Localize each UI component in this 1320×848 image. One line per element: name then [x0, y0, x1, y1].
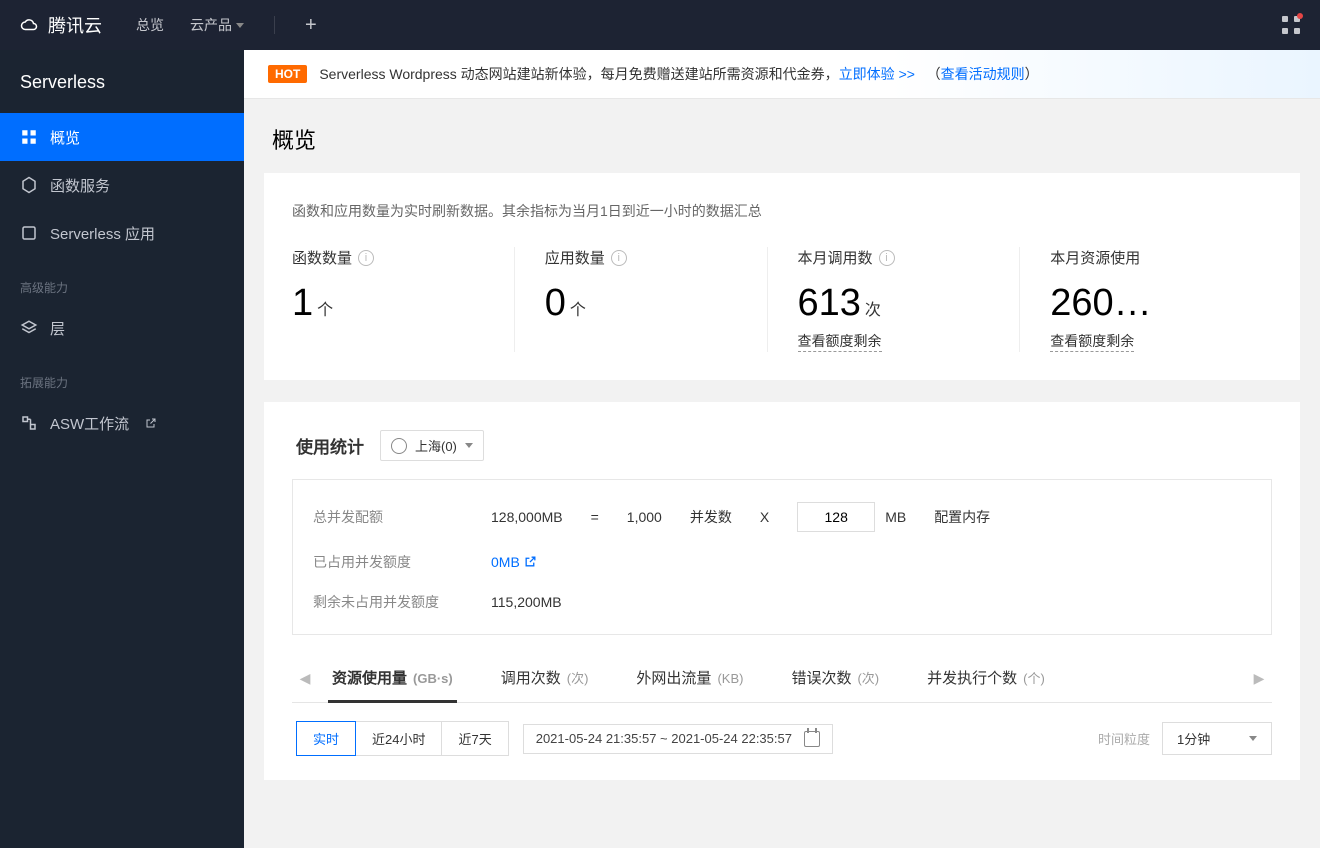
- sidebar-section-advanced: 高级能力: [0, 257, 244, 304]
- granularity-select[interactable]: 1分钟: [1162, 722, 1272, 755]
- stats-note: 函数和应用数量为实时刷新数据。其余指标为当月1日到近一小时的数据汇总: [292, 201, 1272, 221]
- metric-tabs: ◀ 资源使用量(GB·s) 调用次数(次) 外网出流量(KB) 错误次数(次) 并发执行…: [292, 655, 1272, 703]
- tab-scroll-left[interactable]: ◀: [292, 670, 318, 687]
- banner-link-try[interactable]: 立即体验 >>: [839, 66, 915, 82]
- content-area: HOT Serverless Wordpress 动态网站建站新体验，每月免费赠…: [244, 50, 1320, 848]
- info-icon: i: [611, 250, 627, 266]
- sidebar-item-functions[interactable]: 函数服务: [0, 161, 244, 209]
- hot-badge: HOT: [268, 65, 307, 83]
- page-header: 概览: [244, 99, 1320, 173]
- globe-icon: [391, 438, 407, 454]
- chevron-down-icon: [465, 443, 473, 448]
- layers-icon: [20, 319, 38, 337]
- granularity-value: 1分钟: [1177, 729, 1210, 748]
- sidebar: Serverless 概览 函数服务 Serverless 应用 高级能力 层 …: [0, 50, 244, 848]
- brand-text: 腾讯云: [48, 12, 102, 38]
- notification-dot: [1297, 13, 1303, 19]
- memory-config-input[interactable]: [797, 502, 875, 532]
- sidebar-title: Serverless: [0, 72, 244, 113]
- quota-remain-label: 剩余未占用并发额度: [313, 592, 463, 612]
- time-segments: 实时近24小时近7天: [296, 721, 509, 756]
- sidebar-item-asw[interactable]: ASW工作流: [0, 399, 244, 447]
- metric-tab[interactable]: 并发执行个数(个): [923, 655, 1049, 702]
- time-segment[interactable]: 实时: [296, 721, 356, 756]
- sidebar-item-overview[interactable]: 概览: [0, 113, 244, 161]
- region-select[interactable]: 上海(0): [380, 430, 484, 461]
- cloud-icon: [20, 16, 38, 34]
- hexagon-icon: [20, 176, 38, 194]
- nav-add-button[interactable]: +: [305, 14, 317, 37]
- chevron-down-icon: [1249, 736, 1257, 741]
- quota-total-value: 128,000MB: [491, 509, 563, 525]
- metric-tab[interactable]: 外网出流量(KB): [632, 655, 747, 702]
- quota-remain-value: 115,200MB: [491, 594, 562, 610]
- promo-banner: HOT Serverless Wordpress 动态网站建站新体验，每月免费赠…: [244, 50, 1320, 99]
- metric-tab[interactable]: 调用次数(次): [497, 655, 593, 702]
- quota-total-label: 总并发配额: [313, 507, 463, 527]
- stat-0: 函数数量i 1个: [292, 247, 515, 352]
- quota-used-label: 已占用并发额度: [313, 552, 463, 572]
- metric-tab[interactable]: 错误次数(次): [787, 655, 883, 702]
- workflow-icon: [20, 414, 38, 432]
- stat-3: 本月资源使用 260… 查看额度剩余: [1050, 247, 1272, 352]
- quota-link[interactable]: 查看额度剩余: [798, 331, 882, 352]
- grid-icon: [20, 128, 38, 146]
- nav-products[interactable]: 云产品: [190, 15, 244, 35]
- usage-title: 使用统计: [296, 433, 364, 458]
- time-segment[interactable]: 近24小时: [356, 721, 442, 756]
- sidebar-item-label: ASW工作流: [50, 413, 129, 434]
- external-link-icon: [145, 417, 157, 429]
- quota-used-link[interactable]: 0MB: [491, 554, 537, 570]
- apps-grid-icon[interactable]: [1282, 16, 1300, 34]
- nav-products-label: 云产品: [190, 15, 232, 35]
- sidebar-item-label: 层: [50, 318, 65, 339]
- stats-card: 函数和应用数量为实时刷新数据。其余指标为当月1日到近一小时的数据汇总 函数数量i…: [264, 173, 1300, 380]
- brand-logo[interactable]: 腾讯云: [20, 12, 102, 38]
- stat-2: 本月调用数i 613次 查看额度剩余: [798, 247, 1021, 352]
- info-icon: i: [358, 250, 374, 266]
- banner-text: Serverless Wordpress 动态网站建站新体验，每月免费赠送建站所…: [319, 64, 1038, 84]
- nav-overview[interactable]: 总览: [136, 15, 164, 35]
- sidebar-item-label: 概览: [50, 127, 80, 148]
- time-segment[interactable]: 近7天: [442, 721, 508, 756]
- top-nav: 腾讯云 总览 云产品 +: [0, 0, 1320, 50]
- external-link-icon: [524, 555, 537, 568]
- date-range-picker[interactable]: 2021-05-24 21:35:57 ~ 2021-05-24 22:35:5…: [523, 724, 833, 754]
- nav-separator: [274, 16, 275, 34]
- page-title: 概览: [272, 123, 1292, 155]
- quota-box: 总并发配额 128,000MB = 1,000 并发数 X MB 配置内存 已占…: [292, 479, 1272, 635]
- chevron-down-icon: [236, 23, 244, 28]
- sidebar-item-label: Serverless 应用: [50, 223, 155, 244]
- sidebar-item-label: 函数服务: [50, 175, 110, 196]
- date-range-text: 2021-05-24 21:35:57 ~ 2021-05-24 22:35:5…: [536, 731, 792, 746]
- region-label: 上海(0): [415, 436, 457, 455]
- info-icon: i: [879, 250, 895, 266]
- stat-1: 应用数量i 0个: [545, 247, 768, 352]
- quota-link[interactable]: 查看额度剩余: [1050, 331, 1134, 352]
- usage-card: 使用统计 上海(0) 总并发配额 128,000MB = 1,000 并发数 X…: [264, 402, 1300, 780]
- sidebar-item-serverless-app[interactable]: Serverless 应用: [0, 209, 244, 257]
- time-controls: 实时近24小时近7天 2021-05-24 21:35:57 ~ 2021-05…: [292, 721, 1272, 756]
- sidebar-section-extend: 拓展能力: [0, 352, 244, 399]
- tab-scroll-right[interactable]: ▶: [1246, 670, 1272, 687]
- calendar-icon: [804, 731, 820, 747]
- banner-link-rules[interactable]: 查看活动规则: [941, 66, 1025, 82]
- quota-concurrency-count: 1,000: [627, 509, 662, 525]
- app-icon: [20, 224, 38, 242]
- metric-tab[interactable]: 资源使用量(GB·s): [328, 655, 457, 703]
- granularity-label: 时间粒度: [1098, 729, 1150, 748]
- sidebar-item-layers[interactable]: 层: [0, 304, 244, 352]
